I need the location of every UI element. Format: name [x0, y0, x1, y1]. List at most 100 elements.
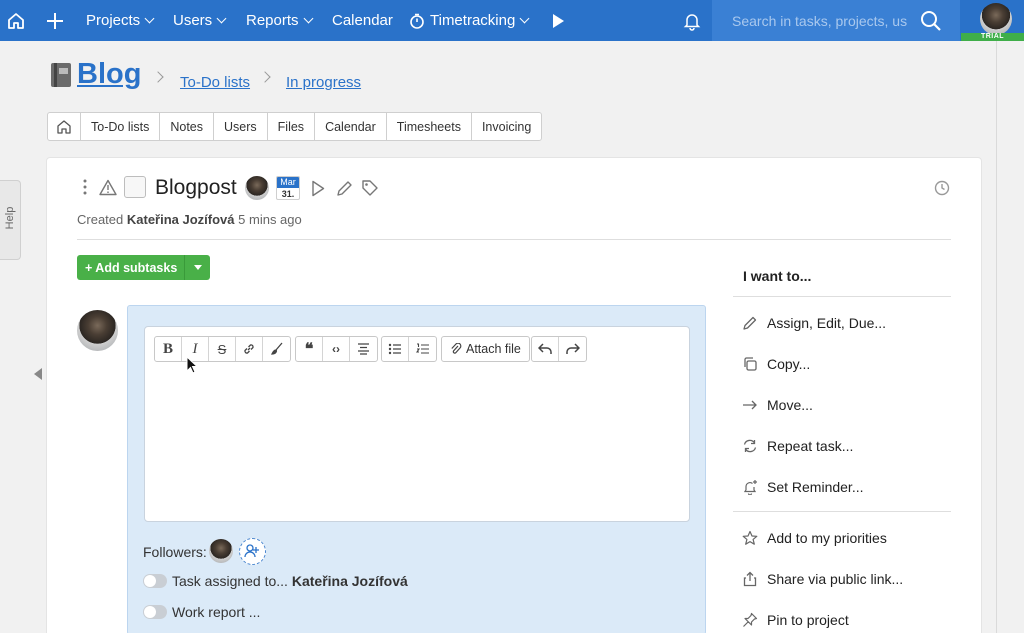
toolbar-block-group: ❝ ‹›: [295, 336, 378, 362]
pin-icon: [742, 612, 758, 628]
tab-calendar[interactable]: Calendar: [315, 113, 387, 140]
action-set-reminder[interactable]: Set Reminder...: [767, 479, 864, 495]
repeat-icon: [742, 438, 758, 454]
page-title[interactable]: Blog: [49, 58, 141, 91]
pencil-icon[interactable]: [336, 180, 353, 200]
commenter-avatar: [77, 310, 118, 351]
redo-icon[interactable]: [559, 337, 586, 361]
nav-timetracking[interactable]: Timetracking: [409, 0, 530, 41]
work-report-label: Work report ...: [172, 604, 261, 620]
paperclip-icon: [451, 342, 462, 354]
link-icon[interactable]: [236, 337, 263, 361]
task-checkbox[interactable]: [124, 176, 146, 198]
tag-icon[interactable]: [361, 179, 379, 200]
help-tab[interactable]: Help: [0, 180, 21, 260]
strikethrough-icon[interactable]: S: [209, 337, 236, 361]
actions-divider: [733, 296, 951, 297]
task-created-info: Created Kateřina Jozífová 5 mins ago: [77, 212, 302, 227]
action-add-priorities[interactable]: Add to my priorities: [767, 530, 887, 546]
nav-projects-label: Projects: [86, 12, 141, 29]
due-date-badge[interactable]: Mar 31.: [276, 176, 300, 200]
numbered-list-icon[interactable]: [409, 337, 436, 361]
book-icon: [51, 62, 71, 87]
warning-icon[interactable]: [99, 179, 117, 199]
nav-reports-label: Reports: [246, 12, 299, 29]
add-follower-button[interactable]: [239, 538, 266, 565]
created-ago: 5 mins ago: [238, 212, 302, 227]
more-icon[interactable]: [82, 179, 88, 198]
add-icon[interactable]: [45, 0, 65, 41]
home-icon[interactable]: [6, 0, 26, 41]
share-icon: [742, 571, 758, 587]
add-subtasks-button[interactable]: + Add subtasks: [77, 255, 210, 280]
tab-timesheets[interactable]: Timesheets: [387, 113, 472, 140]
nav-calendar-label: Calendar: [332, 12, 393, 29]
help-label: Help: [4, 206, 16, 230]
chevron-right-icon: [152, 71, 164, 83]
start-timer-icon[interactable]: [311, 180, 325, 200]
tab-home[interactable]: [48, 113, 81, 140]
assignee-avatar[interactable]: [245, 176, 269, 200]
nav-timetracking-label: Timetracking: [430, 12, 516, 29]
nav-calendar[interactable]: Calendar: [332, 0, 393, 41]
trial-badge: TRIAL: [961, 33, 1024, 41]
nav-projects[interactable]: Projects: [86, 0, 155, 41]
task-assigned-user[interactable]: Kateřina Jozífová: [292, 573, 408, 589]
chevron-right-icon: [259, 71, 271, 83]
align-icon[interactable]: [350, 337, 377, 361]
breadcrumb-in-progress[interactable]: In progress: [286, 74, 361, 91]
code-icon[interactable]: ‹›: [323, 337, 350, 361]
action-repeat-task[interactable]: Repeat task...: [767, 438, 853, 454]
action-assign-edit-due[interactable]: Assign, Edit, Due...: [767, 315, 886, 331]
nav-users[interactable]: Users: [173, 0, 227, 41]
bell-plus-icon: [742, 479, 758, 496]
action-share-public-link[interactable]: Share via public link...: [767, 571, 903, 587]
toolbar-list-group: [381, 336, 437, 362]
dropdown-caret-icon[interactable]: [194, 265, 202, 270]
play-icon[interactable]: [551, 0, 565, 41]
tab-users[interactable]: Users: [214, 113, 268, 140]
action-move[interactable]: Move...: [767, 397, 813, 413]
add-subtasks-main[interactable]: + Add subtasks: [77, 255, 185, 280]
attach-file[interactable]: Attach file: [442, 337, 529, 361]
bullet-list-icon[interactable]: [382, 337, 409, 361]
tab-files[interactable]: Files: [268, 113, 316, 140]
collapse-arrow-icon[interactable]: [34, 368, 42, 380]
attach-file-button[interactable]: Attach file: [441, 336, 530, 362]
stopwatch-icon: [410, 13, 424, 29]
nav-users-label: Users: [173, 12, 213, 29]
header-divider: [77, 239, 951, 240]
tab-invoicing[interactable]: Invoicing: [472, 113, 541, 140]
work-report-toggle[interactable]: [143, 605, 167, 619]
chevron-down-icon: [144, 13, 155, 23]
quote-icon[interactable]: ❝: [296, 337, 323, 361]
bold-icon[interactable]: B: [155, 337, 182, 361]
project-tabs: To-Do lists Notes Users Files Calendar T…: [47, 112, 543, 141]
toolbar-format-group: B I S: [154, 336, 291, 362]
history-icon[interactable]: [934, 180, 950, 199]
avatar: [980, 3, 1012, 35]
search-placeholder: Search in tasks, projects, us: [732, 12, 908, 29]
task-assigned-toggle[interactable]: [143, 574, 167, 588]
actions-heading: I want to...: [743, 268, 812, 284]
search-icon[interactable]: [920, 10, 942, 35]
chevron-down-icon: [303, 13, 313, 23]
action-pin-to-project[interactable]: Pin to project: [767, 612, 849, 628]
actions-divider-2: [733, 511, 951, 512]
task-title[interactable]: Blogpost: [155, 176, 237, 200]
brush-icon[interactable]: [263, 337, 290, 361]
add-subtasks-label: + Add subtasks: [85, 260, 178, 275]
mouse-cursor-icon: [186, 355, 199, 377]
follower-avatar[interactable]: [209, 539, 233, 563]
undo-icon[interactable]: [532, 337, 559, 361]
tab-notes[interactable]: Notes: [160, 113, 214, 140]
scrollbar[interactable]: [996, 41, 1024, 633]
breadcrumb-todo-lists[interactable]: To-Do lists: [180, 74, 250, 91]
tab-todo-lists[interactable]: To-Do lists: [81, 113, 161, 140]
nav-reports[interactable]: Reports: [246, 0, 313, 41]
task-assigned-label: Task assigned to...: [172, 573, 288, 589]
action-copy[interactable]: Copy...: [767, 356, 810, 372]
arrow-right-icon: [742, 397, 758, 413]
task-assigned-option: Task assigned to... Kateřina Jozífová: [172, 573, 408, 589]
bell-icon[interactable]: [682, 0, 702, 41]
